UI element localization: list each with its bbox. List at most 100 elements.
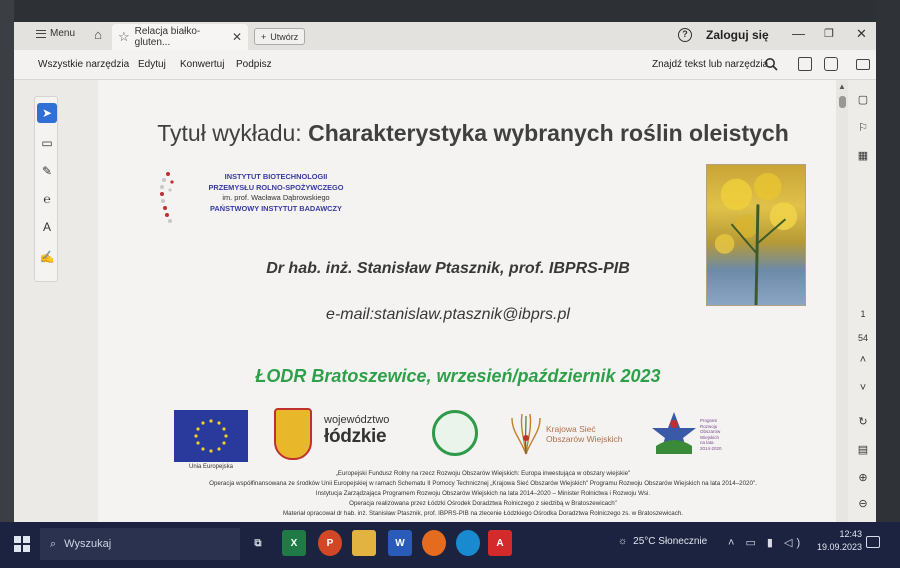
author-email: e-mail:stanislaw.ptasznik@ibprs.pl <box>326 306 570 323</box>
page-fit-icon[interactable]: ▤ <box>855 442 871 458</box>
login-button[interactable]: Zaloguj się <box>706 28 769 42</box>
draw-icon[interactable]: ℮ <box>37 189 57 209</box>
windows-taskbar: ⌕ Wyszukaj ⧉ X P W A ☼ 25°C Słonecznie ˄… <box>0 522 900 568</box>
system-tray-icons[interactable]: ˄ ▭ ▮ ◁) <box>728 536 804 549</box>
footer-line-3: Instytucja Zarządzająca Programem Rozwoj… <box>315 490 651 497</box>
event-title: ŁODR Bratoszewice, wrzesień/październik … <box>255 366 661 386</box>
rapeseed-flower-icon <box>714 172 798 305</box>
firefox-icon[interactable] <box>422 530 446 556</box>
slide-title-prefix: Tytuł wykładu: <box>157 120 309 146</box>
taskbar-search-placeholder: Wyszukaj <box>64 538 112 550</box>
toolbar-edit[interactable]: Edytuj <box>138 59 166 70</box>
page-up-icon[interactable]: ˄ <box>855 352 871 368</box>
photo-frame-right <box>876 0 900 568</box>
scroll-thumb[interactable] <box>839 96 846 108</box>
ksow-logo: Krajowa Sieć Obszarów Wiejskich <box>506 408 636 460</box>
toolbar-convert[interactable]: Konwertuj <box>180 59 224 70</box>
thumbnails-icon[interactable]: ▦ <box>855 148 871 164</box>
toolbar-sign[interactable]: Podpisz <box>236 59 272 70</box>
institute-line-3: im. prof. Wacława Dąbrowskiego <box>222 193 330 202</box>
acrobat-icon[interactable]: A <box>488 530 512 556</box>
file-explorer-icon[interactable] <box>352 530 376 556</box>
home-icon[interactable]: ⌂ <box>90 27 106 43</box>
zoom-in-icon[interactable]: ⊕ <box>855 470 871 486</box>
lodr-seal-icon <box>432 410 478 456</box>
main-toolbar: Wszystkie narzędzia Edytuj Konwertuj Pod… <box>14 50 876 80</box>
notifications-icon[interactable] <box>866 536 880 548</box>
author-name: Dr hab. inż. Stanisław Ptasznik, prof. I… <box>266 260 630 277</box>
excel-icon[interactable]: X <box>282 530 306 556</box>
page-down-icon[interactable]: ˅ <box>855 380 871 396</box>
plus-icon: + <box>261 31 267 42</box>
menu-label: Menu <box>50 28 76 39</box>
tab-bar: Menu ⌂ ☆ Relacja białko-gluten... ✕ + Ut… <box>14 22 876 50</box>
slide-title: Tytuł wykładu: Charakterystyka wybranych… <box>148 120 798 147</box>
task-view-icon[interactable]: ⧉ <box>246 530 270 556</box>
lodz-voivodeship-logo: województwo łódzkie <box>324 414 404 448</box>
word-icon[interactable]: W <box>388 530 412 556</box>
weather-icon: ☼ <box>618 536 628 547</box>
taskbar-search[interactable]: ⌕ Wyszukaj <box>40 528 240 560</box>
rotate-icon[interactable]: ↻ <box>855 414 871 430</box>
footer-line-1: „Europejski Fundusz Rolny na rzecz Rozwo… <box>335 470 631 477</box>
select-cursor-icon[interactable]: ➤ <box>37 103 57 123</box>
footer-line-2: Operacja współfinansowana ze środków Uni… <box>209 480 757 487</box>
powerpoint-icon[interactable]: P <box>318 530 342 556</box>
document-tab[interactable]: ☆ Relacja białko-gluten... ✕ <box>112 24 248 50</box>
institute-name: INSTYTUT BIOTECHNOLOGII PRZEMYSŁU ROLNO-… <box>186 172 366 214</box>
lodz-crest-icon <box>274 408 312 460</box>
lodz-line-1: województwo <box>324 414 390 426</box>
restore-icon[interactable]: ❐ <box>824 27 834 40</box>
weather-widget[interactable]: ☼ 25°C Słonecznie <box>618 536 707 547</box>
star-icon[interactable]: ☆ <box>118 29 130 45</box>
ksow-sheaf-icon <box>511 413 541 455</box>
comment-panel-icon[interactable]: ▢ <box>855 92 871 108</box>
institute-logo: INSTYTUT BIOTECHNOLOGII PRZEMYSŁU ROLNO-… <box>158 168 358 238</box>
vertical-scrollbar[interactable]: ▲ <box>836 80 848 522</box>
prow-line-5: na lata 2014-2020 <box>700 440 722 451</box>
prow-star-icon <box>652 412 696 454</box>
save-icon[interactable] <box>798 57 812 71</box>
eu-flag-icon <box>174 410 248 462</box>
toolbar-all-tools[interactable]: Wszystkie narzędzia <box>38 59 129 70</box>
prow-logo: Program Rozwoju Obszarów Wiejskich na la… <box>650 410 722 462</box>
menu-button[interactable]: Menu <box>36 28 75 39</box>
rapeseed-photo <box>706 164 806 306</box>
current-page-number[interactable]: 1 <box>855 306 871 322</box>
new-tab-label: Utwórz <box>270 31 299 42</box>
comment-icon[interactable]: ▭ <box>37 133 57 153</box>
clock-date: 19.09.2023 <box>816 542 862 552</box>
slide-title-main: Charakterystyka wybranych roślin oleisty… <box>308 120 789 146</box>
minimize-icon[interactable]: — <box>792 26 805 41</box>
footer-line-5: Materiał opracował dr hab. inż. Stanisła… <box>283 510 683 517</box>
pdf-page: Tytuł wykładu: Charakterystyka wybranych… <box>98 80 836 522</box>
signature-icon[interactable]: ✍ <box>37 247 57 267</box>
photo-frame-top <box>0 0 900 22</box>
taskbar-clock[interactable]: 12:43 19.09.2023 <box>808 528 862 554</box>
zoom-out-icon[interactable]: ⊖ <box>855 496 871 512</box>
text-box-icon[interactable]: A <box>37 217 57 237</box>
find-tools-label[interactable]: Znajdź tekst lub narzędzia <box>652 59 768 70</box>
scroll-up-icon[interactable]: ▲ <box>838 82 846 91</box>
tab-title: Relacja białko-gluten... <box>134 26 201 48</box>
quick-tools-bar: ➤ ▭ ✎ ℮ A ✍ <box>34 96 58 282</box>
ksow-name: Krajowa Sieć Obszarów Wiejskich <box>546 424 623 444</box>
footer-line-4: Operacja realizowana przez Łódzki Ośrode… <box>349 500 617 507</box>
close-window-icon[interactable]: ✕ <box>856 26 867 42</box>
close-tab-icon[interactable]: ✕ <box>232 30 242 44</box>
prow-line-3: Obszarów <box>700 429 721 434</box>
windows-start-icon[interactable] <box>14 536 30 552</box>
edge-icon[interactable] <box>456 530 480 556</box>
new-tab-button[interactable]: + Utwórz <box>254 28 306 45</box>
institute-line-4: PAŃSTWOWY INSTYTUT BADAWCZY <box>210 203 342 213</box>
lodz-line-2: łódzkie <box>324 426 387 447</box>
acrobat-window: Menu ⌂ ☆ Relacja białko-gluten... ✕ + Ut… <box>14 22 876 522</box>
bookmark-icon[interactable]: ⚐ <box>855 120 871 136</box>
institute-dots-icon <box>160 172 174 223</box>
search-icon[interactable] <box>764 57 778 71</box>
help-icon[interactable]: ? <box>678 28 692 42</box>
mail-icon[interactable] <box>856 59 870 70</box>
total-pages: 54 <box>857 333 868 343</box>
print-icon[interactable] <box>824 57 838 71</box>
highlight-pen-icon[interactable]: ✎ <box>37 161 57 181</box>
